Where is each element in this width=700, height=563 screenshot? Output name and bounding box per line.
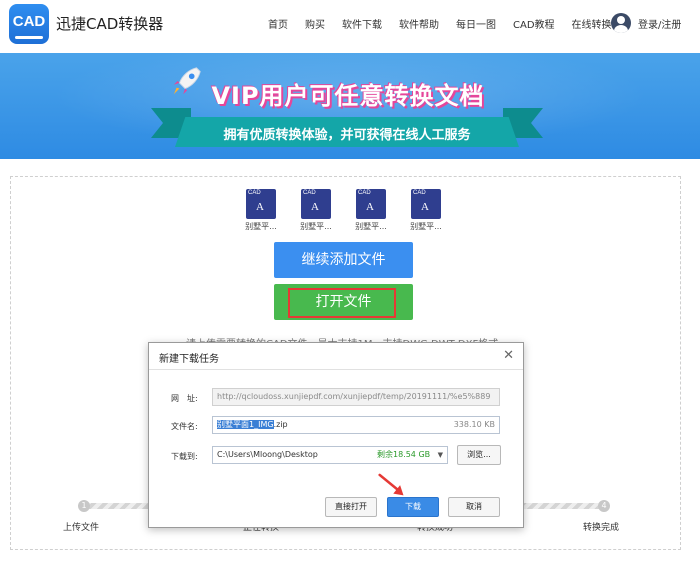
file-list: 别墅平... 别墅平... 别墅平... 别墅平... (244, 189, 464, 232)
nav-item-buy[interactable]: 购买 (305, 16, 325, 31)
cad-file-icon (246, 189, 276, 219)
filename-selected-text: 别墅平面1_IMG (217, 420, 274, 429)
file-name: 别墅平... (245, 222, 277, 231)
saveto-path: C:\Users\Mloong\Desktop (217, 450, 318, 459)
dialog-header[interactable]: 新建下载任务 ✕ (149, 343, 523, 370)
continue-add-file-button[interactable]: 继续添加文件 (274, 242, 413, 278)
banner-ribbon: 拥有优质转换体验，并可获得在线人工服务 (175, 117, 519, 147)
banner-subtitle: 拥有优质转换体验，并可获得在线人工服务 (223, 128, 471, 143)
red-highlight-box (288, 288, 396, 318)
browse-button[interactable]: 浏览... (457, 445, 501, 465)
file-name: 别墅平... (410, 222, 442, 231)
user-area: 登录/注册 (611, 13, 681, 33)
step-label-4: 转换完成 (583, 523, 620, 533)
cad-file-icon (411, 189, 441, 219)
close-icon[interactable]: ✕ (503, 348, 514, 363)
open-file-button[interactable]: 打开文件 (274, 284, 413, 320)
red-arrow-annotation-icon (378, 473, 404, 496)
filename-field[interactable]: 别墅平面1_IMG.zip 338.10 KB (212, 416, 500, 434)
cad-file-icon (356, 189, 386, 219)
app-logo[interactable]: CAD (9, 4, 49, 44)
saveto-label: 下载到: (171, 452, 198, 461)
brand-name[interactable]: 迅捷CAD转换器 (56, 13, 163, 34)
cad-file-icon (301, 189, 331, 219)
file-name: 别墅平... (355, 222, 387, 231)
nav-item-home[interactable]: 首页 (268, 16, 288, 31)
saveto-select[interactable]: C:\Users\Mloong\Desktop 剩余18.54 GB ▼ (212, 446, 448, 464)
filename-label: 文件名: (171, 422, 198, 431)
nav-item-online[interactable]: 在线转换 (572, 16, 612, 31)
banner-title: VIP用户可任意转换文档 (198, 76, 498, 111)
top-bar: CAD 迅捷CAD转换器 首页 购买 软件下载 软件帮助 每日一图 CAD教程 … (0, 0, 700, 50)
file-item[interactable]: 别墅平... (299, 189, 333, 232)
nav-item-tutorial[interactable]: CAD教程 (513, 16, 555, 31)
banner-title-text: VIP用户可任意转换文档 (211, 82, 485, 110)
filename-extension: .zip (273, 420, 288, 429)
file-name: 别墅平... (300, 222, 332, 231)
file-item[interactable]: 别墅平... (409, 189, 443, 232)
url-field[interactable]: http://qcloudoss.xunjiepdf.com/xunjiepdf… (212, 388, 500, 406)
nav-item-help[interactable]: 软件帮助 (399, 16, 439, 31)
open-directly-button[interactable]: 直接打开 (325, 497, 377, 517)
nav-item-download[interactable]: 软件下载 (342, 16, 382, 31)
step-label-1: 上传文件 (63, 523, 100, 533)
file-size: 338.10 KB (453, 420, 495, 429)
logo-text: CAD (12, 13, 46, 30)
download-dialog: 新建下载任务 ✕ 网 址: http://qcloudoss.xunjiepdf… (148, 342, 524, 528)
file-item[interactable]: 别墅平... (244, 189, 278, 232)
url-label: 网 址: (171, 394, 198, 403)
file-item[interactable]: 别墅平... (354, 189, 388, 232)
chevron-down-icon[interactable]: ▼ (438, 447, 443, 463)
step-dot-4: 4 (598, 500, 610, 512)
avatar-icon[interactable] (611, 13, 631, 33)
download-button[interactable]: 下载 (387, 497, 439, 517)
step-dot-1: 1 (78, 500, 90, 512)
free-space: 剩余18.54 GB (377, 450, 431, 459)
cancel-button[interactable]: 取消 (448, 497, 500, 517)
nav-item-daily[interactable]: 每日一图 (456, 16, 496, 31)
login-link[interactable]: 登录/注册 (638, 16, 681, 31)
dialog-title: 新建下载任务 (159, 354, 219, 365)
main-nav: 首页 购买 软件下载 软件帮助 每日一图 CAD教程 在线转换 (268, 16, 629, 31)
logo-arrow-icon (15, 36, 43, 39)
